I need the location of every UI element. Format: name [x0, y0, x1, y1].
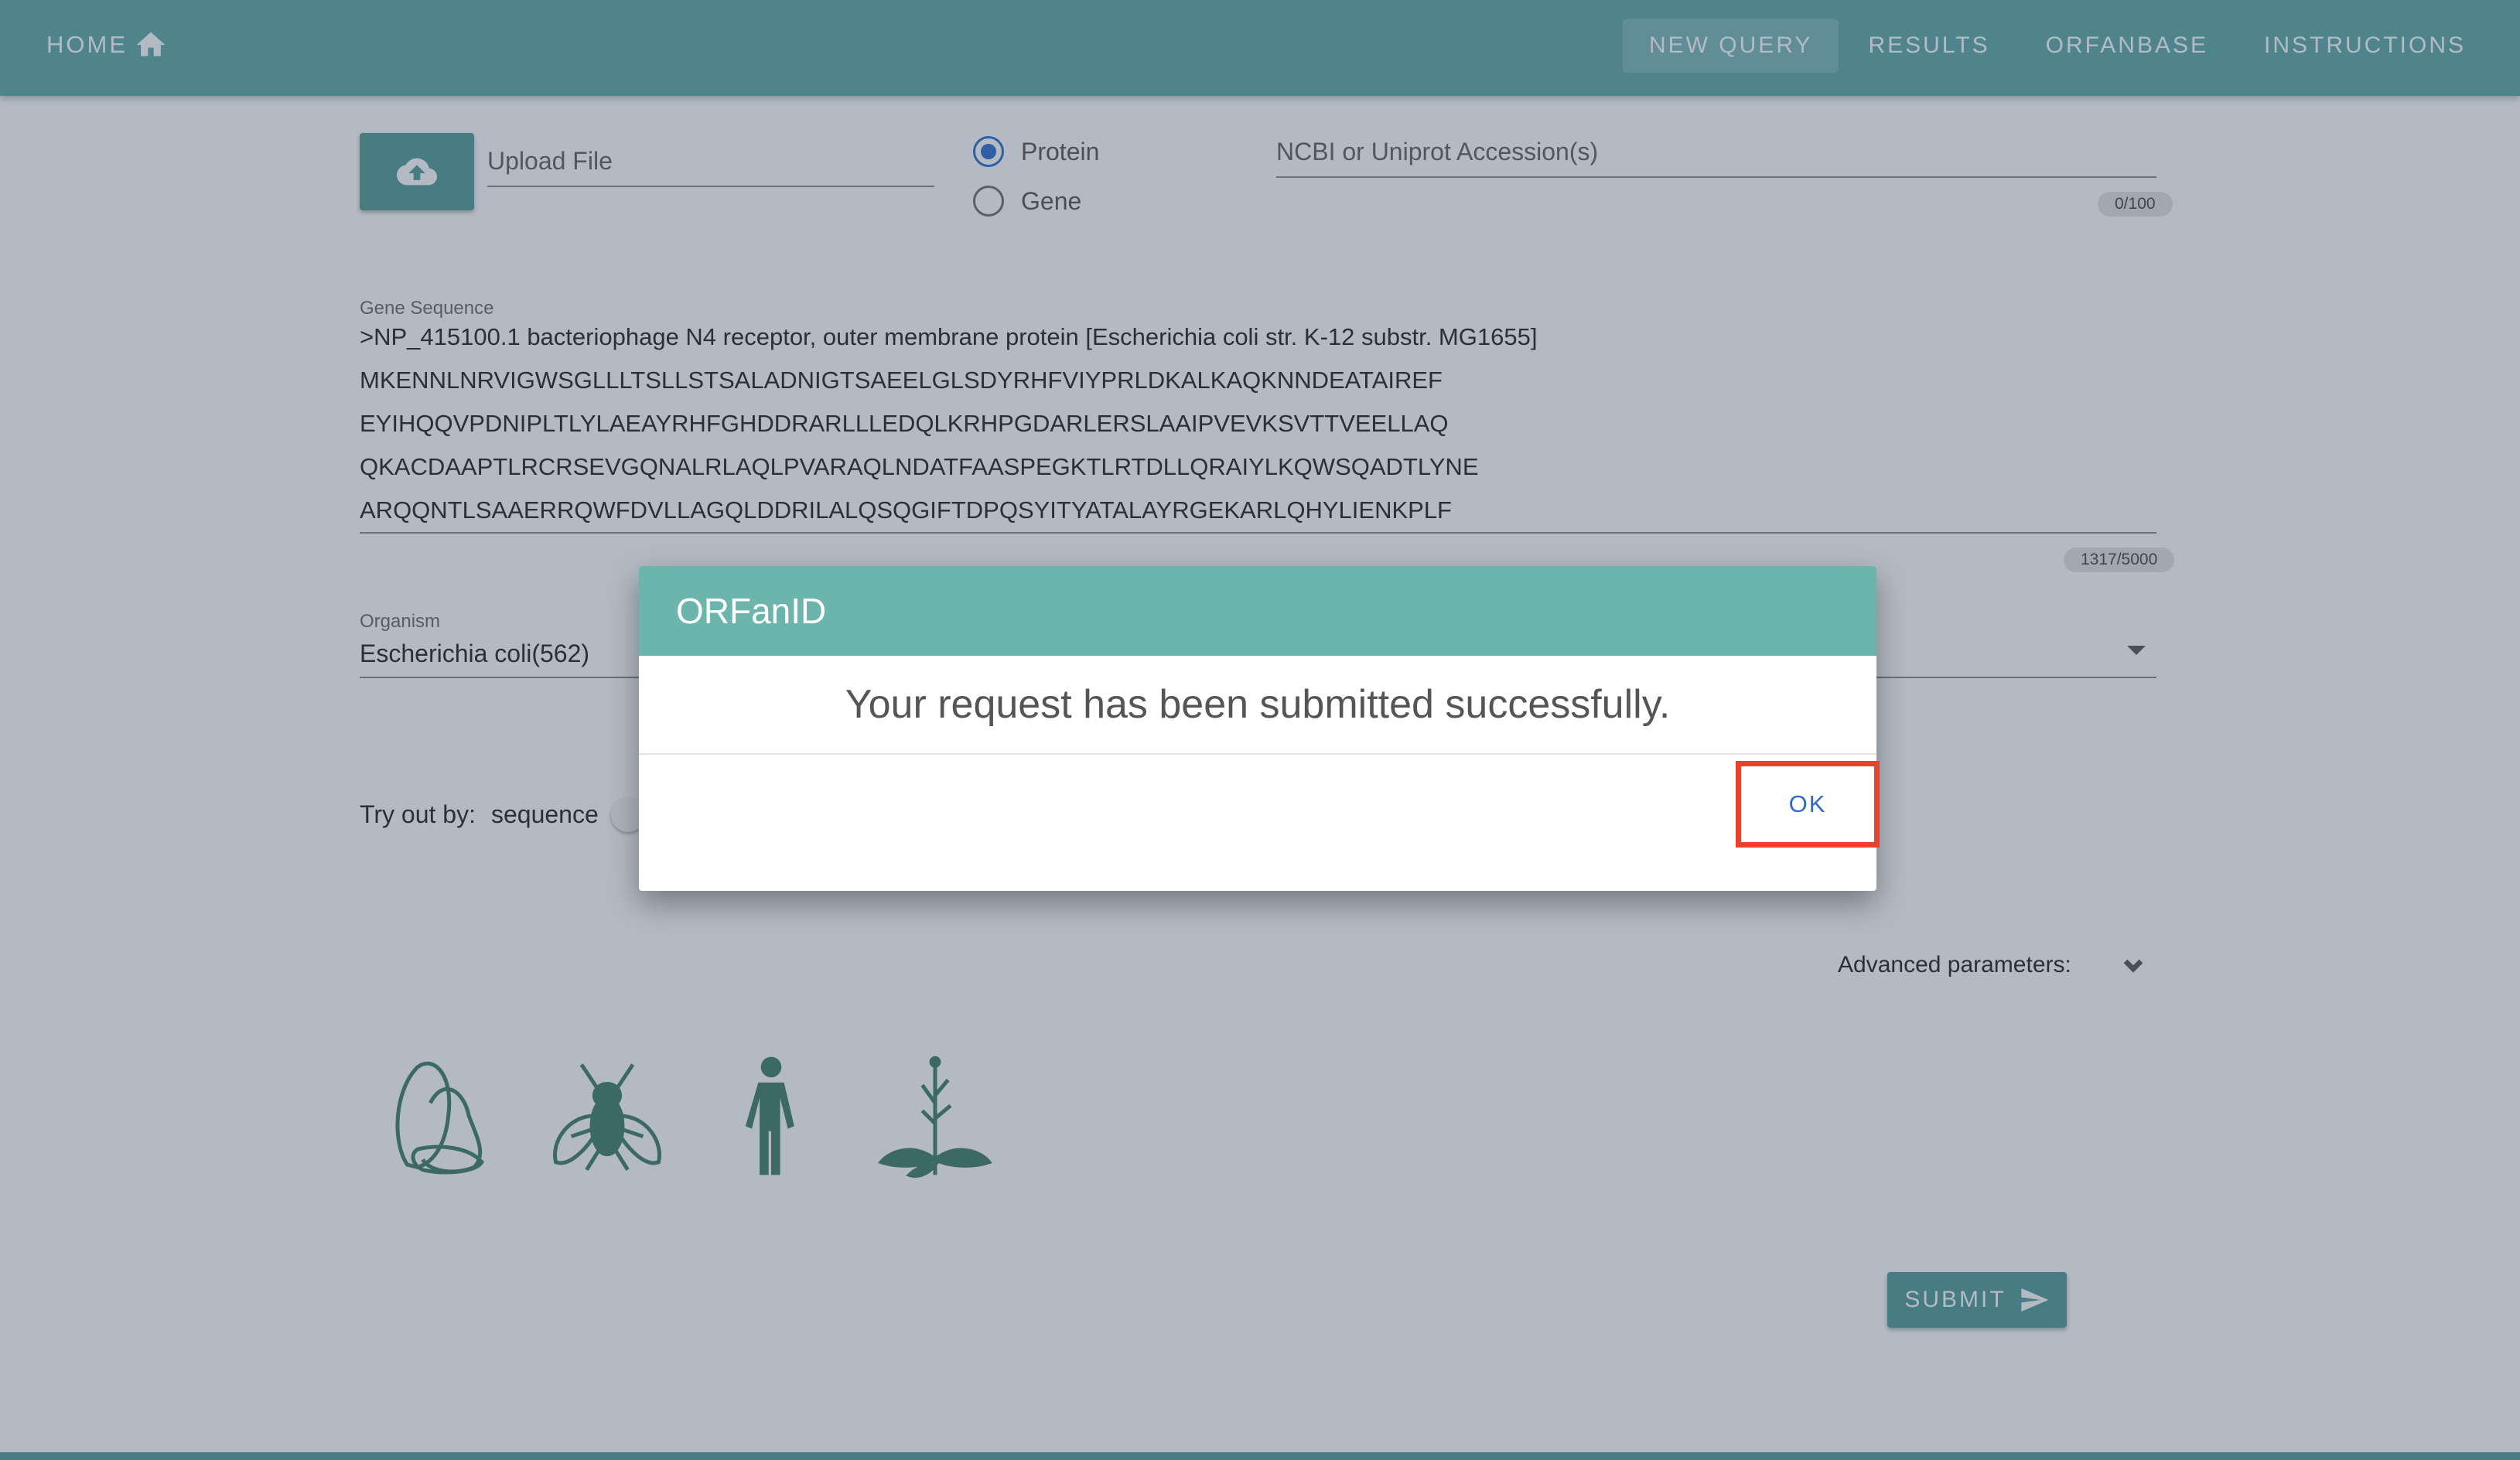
- dialog-actions: OK: [639, 755, 1880, 891]
- ok-button[interactable]: OK: [1736, 761, 1880, 848]
- dialog-title: ORFanID: [639, 566, 1876, 656]
- success-dialog: ORFanID Your request has been submitted …: [639, 566, 1880, 891]
- dialog-message: Your request has been submitted successf…: [639, 656, 1876, 755]
